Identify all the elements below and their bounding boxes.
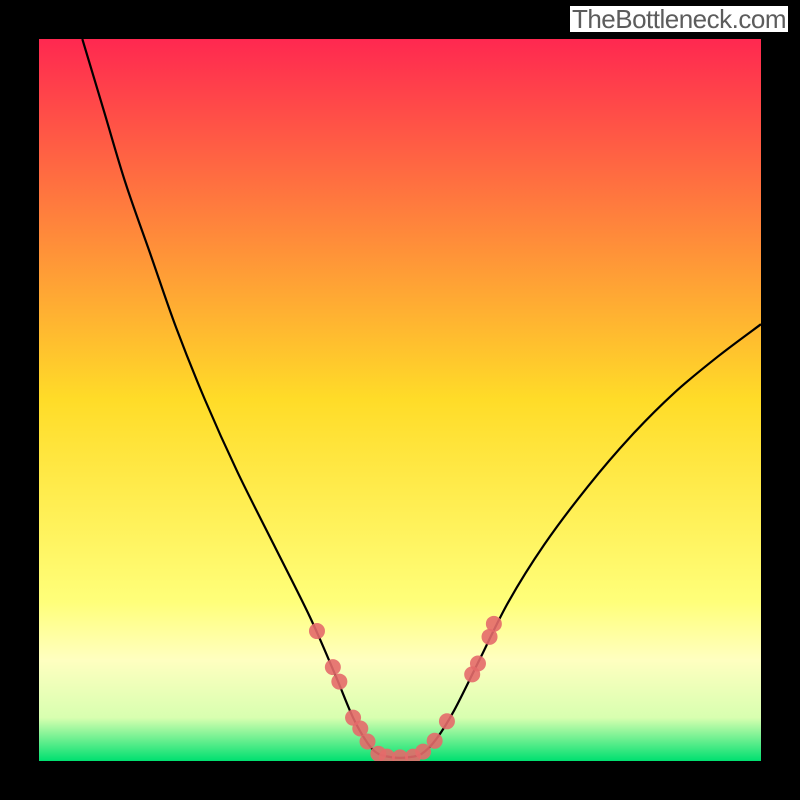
chart-svg <box>39 39 761 761</box>
threshold-dot <box>331 674 347 690</box>
plot-area <box>39 39 761 761</box>
threshold-dot <box>427 733 443 749</box>
watermark-label: TheBottleneck.com <box>570 6 788 32</box>
threshold-dot <box>470 656 486 672</box>
chart-root: TheBottleneck.com <box>0 0 800 800</box>
gradient-bg <box>39 39 761 761</box>
threshold-dot <box>325 659 341 675</box>
threshold-dot <box>486 616 502 632</box>
threshold-dot <box>360 734 376 750</box>
threshold-dot <box>439 713 455 729</box>
threshold-dot <box>309 623 325 639</box>
